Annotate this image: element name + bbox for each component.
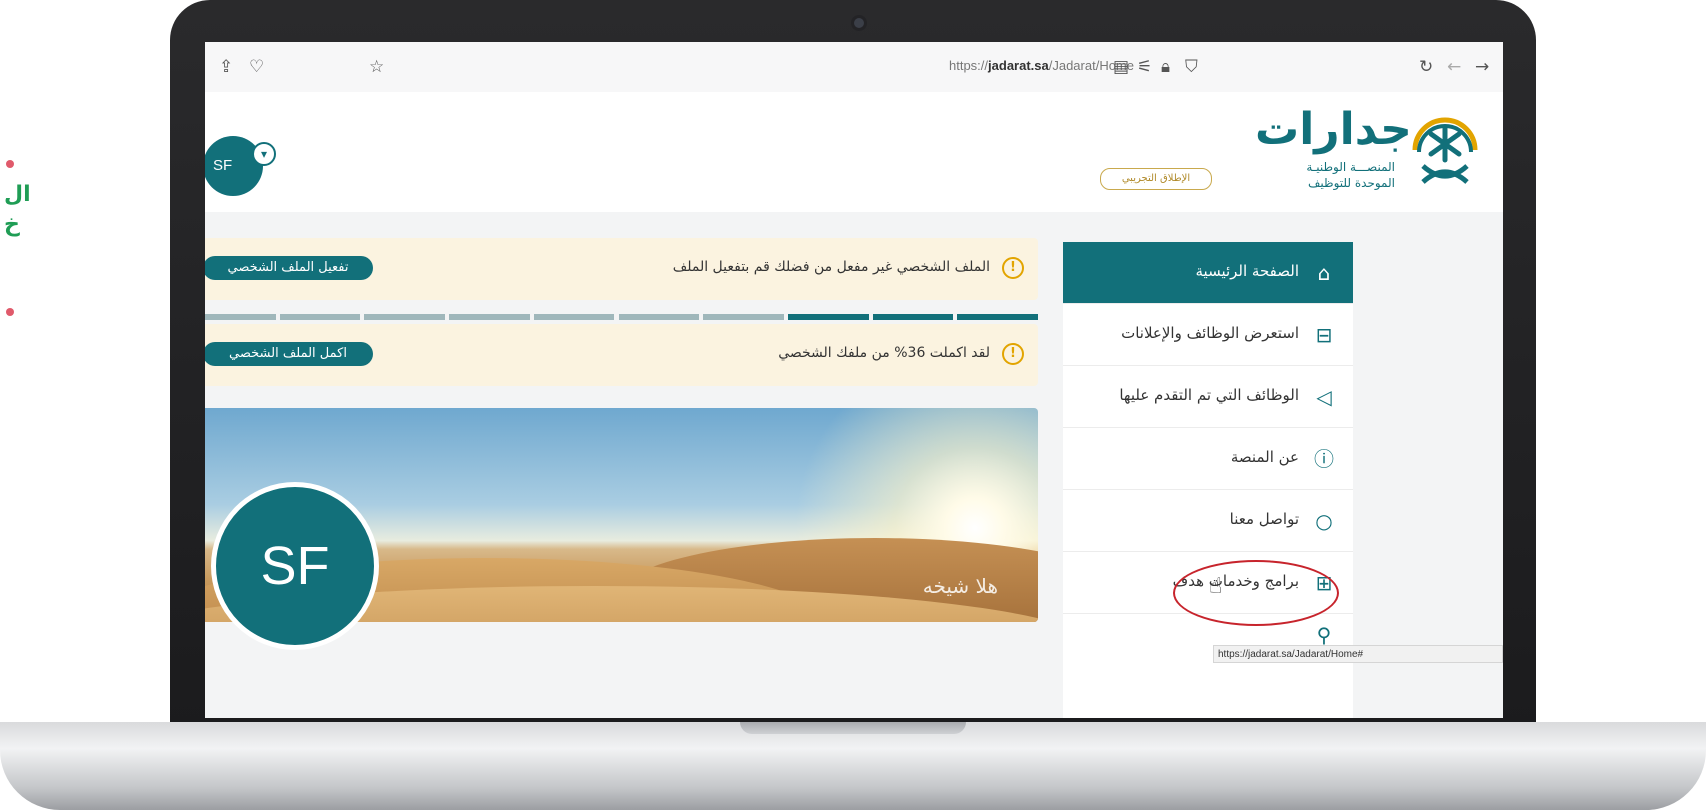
url-domain: jadarat.sa: [988, 58, 1049, 73]
progress-segment: [533, 314, 615, 320]
beta-badge: الإطلاق التجريبي: [1100, 168, 1212, 190]
progress-segment: [205, 314, 276, 320]
pocket-icon[interactable]: ♡: [249, 57, 264, 77]
profile-avatar[interactable]: SF: [211, 482, 379, 650]
camera: [854, 18, 864, 28]
logo-subtitle: المنصـــة الوطنيـة: [1306, 160, 1395, 174]
reload-icon[interactable]: ↻: [1419, 57, 1433, 77]
complete-profile-button[interactable]: اكمل الملف الشخصي: [205, 342, 373, 366]
browser-window: ⇪ ♡ ☆ https://jadarat.sa/Jadarat/Home ▤ …: [205, 42, 1503, 718]
browser-toolbar: ⇪ ♡ ☆ https://jadarat.sa/Jadarat/Home ▤ …: [205, 42, 1503, 93]
hand-cursor-icon: ☝: [1209, 574, 1223, 599]
sidebar-item-jobs[interactable]: ⊟ استعرض الوظائف والإعلانات: [1063, 304, 1353, 366]
progress-segment: [703, 314, 784, 320]
caption-line-2: خ: [4, 212, 20, 237]
forward-icon[interactable]: →: [1475, 57, 1489, 77]
url-prefix: https://: [949, 58, 989, 73]
progress-segment: [872, 314, 954, 320]
greeting-text: هلا شيخه: [922, 574, 998, 598]
bullet-dot: [6, 308, 14, 316]
permissions-icon[interactable]: ⚟: [1137, 57, 1152, 77]
chevron-down-icon[interactable]: ▾: [252, 142, 276, 166]
sidebar-item-home[interactable]: ⌂ الصفحة الرئيسية: [1063, 242, 1353, 304]
sidebar-item-contact[interactable]: ○ تواصل معنا: [1063, 490, 1353, 552]
sidebar-item-applied-jobs[interactable]: ◁ الوظائف التي تم التقدم عليها: [1063, 366, 1353, 428]
laptop-base: [0, 722, 1706, 810]
warning-icon: !: [1002, 343, 1024, 365]
progress-segment: [787, 314, 869, 320]
address-bar[interactable]: https://jadarat.sa/Jadarat/Home: [949, 58, 1134, 73]
chat-icon: ○: [1315, 509, 1333, 533]
sidebar-item-label: عن المنصة: [1230, 448, 1299, 466]
progress-segment: [618, 314, 700, 320]
alert-text: لقد اكملت 36% من ملفك الشخصي: [778, 345, 990, 361]
reader-view-icon[interactable]: ▤: [1113, 57, 1129, 77]
sidebar-item-label: تواصل معنا: [1229, 510, 1299, 528]
logo-subtitle: الموحدة للتوظيف: [1308, 176, 1395, 190]
warning-icon: !: [1002, 257, 1024, 279]
info-icon: ⓘ: [1314, 447, 1334, 471]
caption-line-1: ال: [4, 182, 31, 207]
home-icon: ⌂: [1317, 261, 1331, 285]
logo-title: جدارات: [1255, 104, 1412, 155]
bullet-dot: [6, 160, 14, 168]
laptop-notch: [740, 722, 966, 734]
jadarat-emblem-icon: [1412, 117, 1478, 184]
sidebar-item-label: الصفحة الرئيسية: [1195, 262, 1300, 280]
progress-segment: [279, 314, 361, 320]
share-icon[interactable]: ⇪: [219, 57, 233, 77]
shield-icon[interactable]: ⛉: [1185, 57, 1198, 77]
send-icon: ◁: [1316, 385, 1332, 409]
profile-progress-bar: [205, 314, 1038, 322]
progress-segment: [449, 314, 530, 320]
progress-segment: [364, 314, 446, 320]
sidebar-item-about[interactable]: ⓘ عن المنصة: [1063, 428, 1353, 490]
alert-text: الملف الشخصي غير مفعل من فضلك قم بتفعيل …: [672, 259, 990, 275]
activate-profile-button[interactable]: تفعيل الملف الشخصي: [205, 256, 373, 280]
back-icon[interactable]: ←: [1447, 57, 1461, 77]
progress-segment: [957, 314, 1038, 320]
briefcase-icon: ⊟: [1315, 323, 1333, 347]
profile-completion-alert: ! لقد اكملت 36% من ملفك الشخصي اكمل المل…: [205, 324, 1038, 386]
highlight-annotation: [1173, 560, 1339, 626]
bookmark-star-icon[interactable]: ☆: [369, 57, 384, 77]
sidebar-item-label: الوظائف التي تم التقدم عليها: [1119, 386, 1299, 404]
screen-bezel: [205, 718, 1503, 722]
profile-inactive-alert: ! الملف الشخصي غير مفعل من فضلك قم بتفعي…: [205, 238, 1038, 300]
sidebar-item-label: استعرض الوظائف والإعلانات: [1121, 324, 1299, 342]
status-bar-url: https://jadarat.sa/Jadarat/Home#: [1213, 645, 1503, 663]
lock-icon[interactable]: 🔒︎: [1161, 57, 1170, 77]
